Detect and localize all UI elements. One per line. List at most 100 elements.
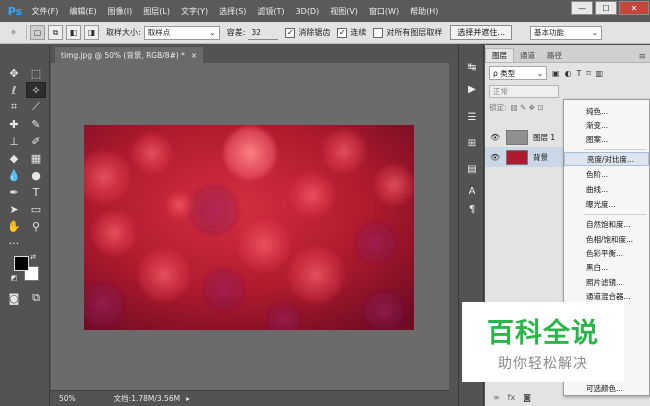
hand-tool-icon[interactable]: ✋ [4, 218, 24, 234]
eraser-tool-icon[interactable]: ◆ [4, 150, 24, 166]
link-layers-icon[interactable]: ∞ [493, 393, 500, 402]
contiguous-checkbox[interactable]: ✓ [337, 27, 348, 38]
close-tab-icon[interactable]: × [191, 51, 197, 60]
rectangle-tool-icon[interactable]: ▭ [26, 201, 46, 217]
mask-icon[interactable]: ◙ [523, 393, 531, 402]
shape-filter-icon[interactable]: ⌑ [586, 69, 590, 78]
pixel-filter-icon[interactable]: ▣ [552, 69, 560, 78]
type-filter-icon[interactable]: T [577, 69, 582, 78]
canvas-workspace[interactable] [51, 63, 449, 390]
magic-wand-preset-icon[interactable]: ✧ [6, 25, 21, 40]
tab-paths[interactable]: 路径 [541, 48, 568, 62]
sample-size-select[interactable]: 取样点 ⌄ [143, 25, 220, 40]
tab-channels[interactable]: 通道 [514, 48, 541, 62]
swap-colors-icon[interactable]: ⇄ [28, 252, 38, 262]
select-and-mask-button[interactable]: 选择并遮住... [450, 25, 513, 40]
brush-tool-icon[interactable]: ✎ [26, 116, 46, 132]
crop-tool-icon[interactable]: ⌗ [4, 99, 24, 115]
menu-3d[interactable]: 3D(D) [290, 7, 325, 16]
menu-item-photo-filter[interactable]: 照片滤镜... [564, 275, 649, 289]
menu-layer[interactable]: 图层(L) [138, 6, 176, 17]
menu-item-brightness-contrast[interactable]: 亮度/对比度... [564, 152, 649, 166]
magic-wand-tool-icon[interactable]: ✧ [26, 82, 46, 98]
character-panel-icon[interactable]: A [463, 183, 481, 199]
add-selection-icon[interactable]: ⧉ [48, 25, 63, 40]
smart-filter-icon[interactable]: ▥ [596, 69, 604, 78]
actions-panel-icon[interactable]: ▶ [463, 81, 481, 97]
menu-item-hue-saturation[interactable]: 色相/饱和度... [564, 232, 649, 246]
intersect-selection-icon[interactable]: ◨ [84, 25, 99, 40]
menu-item-selective-color[interactable]: 可选颜色... [564, 381, 649, 395]
subtract-selection-icon[interactable]: ◧ [66, 25, 81, 40]
panel-menu-icon[interactable]: ≡ [638, 52, 646, 62]
menu-edit[interactable]: 编辑(E) [64, 6, 102, 17]
tab-layers[interactable]: 图层 [485, 48, 514, 62]
menu-item-curves[interactable]: 曲线... [564, 182, 649, 196]
vertical-scrollbar[interactable] [449, 63, 458, 390]
workspace-select[interactable]: 基本功能 ⌄ [530, 25, 603, 40]
type-tool-icon[interactable]: T [26, 184, 46, 200]
swatches-panel-icon[interactable]: ▤ [463, 161, 481, 177]
menu-item-color-balance[interactable]: 色彩平衡... [564, 246, 649, 260]
move-tool-icon[interactable]: ✥ [4, 65, 24, 81]
adjustment-filter-icon[interactable]: ◐ [565, 69, 572, 78]
zoom-level[interactable]: 50% [59, 394, 76, 403]
gradient-tool-icon[interactable]: ▦ [26, 150, 46, 166]
foreground-color-swatch[interactable] [14, 256, 29, 271]
zoom-tool-icon[interactable]: ⚲ [26, 218, 46, 234]
close-window-button[interactable]: ✕ [619, 1, 649, 15]
quick-mask-icon[interactable]: ◙ [4, 290, 24, 306]
blend-mode-select[interactable]: 正常 [489, 84, 559, 98]
marquee-tool-icon[interactable]: ⬚ [26, 65, 46, 81]
layer-row[interactable]: 👁 背景 [485, 147, 565, 167]
tolerance-input[interactable]: 32 [248, 26, 279, 40]
eye-icon[interactable]: 👁 [490, 133, 502, 142]
menu-type[interactable]: 文字(Y) [175, 6, 213, 17]
document-tab[interactable]: timg.jpg @ 50% (背景, RGB/8#) * × [55, 47, 204, 63]
all-layers-checkbox[interactable] [373, 27, 384, 38]
history-brush-icon[interactable]: ✐ [26, 133, 46, 149]
menu-file[interactable]: 文件(F) [26, 6, 64, 17]
menu-image[interactable]: 图像(I) [102, 6, 138, 17]
layer-row[interactable]: 👁 图层 1 [485, 127, 565, 147]
eyedropper-tool-icon[interactable]: ⟋ [26, 99, 46, 115]
image-canvas[interactable] [84, 125, 414, 330]
lock-icons[interactable]: ▨ ✎ ✥ ⊡ [511, 103, 544, 112]
lasso-tool-icon[interactable]: ℓ [4, 82, 24, 98]
menu-view[interactable]: 视图(V) [325, 6, 364, 17]
menu-window[interactable]: 窗口(W) [363, 6, 404, 17]
default-colors-icon[interactable]: ◩ [9, 273, 19, 283]
path-selection-icon[interactable]: ➤ [4, 201, 24, 217]
history-panel-icon[interactable]: ↹ [463, 59, 481, 75]
clone-stamp-icon[interactable]: ⊥ [4, 133, 24, 149]
maximize-button[interactable]: ☐ [595, 1, 617, 15]
healing-brush-icon[interactable]: ✚ [4, 116, 24, 132]
menu-item-exposure[interactable]: 曝光度... [564, 197, 649, 211]
menu-help[interactable]: 帮助(H) [405, 6, 444, 17]
menu-item-vibrance[interactable]: 自然饱和度... [564, 217, 649, 231]
screen-mode-icon[interactable]: ⧉ [26, 290, 46, 306]
blur-tool-icon[interactable]: 💧 [4, 167, 24, 183]
fx-icon[interactable]: fx [508, 393, 516, 402]
menu-item-solid-color[interactable]: 纯色... [564, 104, 649, 118]
menu-item-channel-mixer[interactable]: 通道混合器... [564, 289, 649, 303]
menu-item-pattern[interactable]: 图案... [564, 132, 649, 146]
dodge-tool-icon[interactable]: ● [26, 167, 46, 183]
layer-filter-select[interactable]: ρ 类型 ⌄ [489, 66, 547, 80]
menu-item-levels[interactable]: 色阶... [564, 167, 649, 181]
pen-tool-icon[interactable]: ✒ [4, 184, 24, 200]
menu-select[interactable]: 选择(S) [214, 6, 252, 17]
status-bar: 50% 文档:1.78M/3.56M ▸ [51, 390, 449, 406]
menu-item-black-white[interactable]: 黑白... [564, 260, 649, 274]
status-menu-arrow-icon[interactable]: ▸ [186, 394, 190, 403]
properties-panel-icon[interactable]: ☰ [463, 109, 481, 125]
minimize-button[interactable]: — [571, 1, 593, 15]
adjustments-panel-icon[interactable]: ⊞ [463, 135, 481, 151]
new-selection-icon[interactable]: ▢ [30, 25, 45, 40]
eye-icon[interactable]: 👁 [490, 153, 502, 162]
antialias-checkbox[interactable]: ✓ [285, 27, 296, 38]
more-tools-icon[interactable]: ··· [4, 235, 24, 251]
menu-filter[interactable]: 滤镜(T) [252, 6, 290, 17]
paragraph-panel-icon[interactable]: ¶ [463, 201, 481, 217]
menu-item-gradient[interactable]: 渐变... [564, 118, 649, 132]
